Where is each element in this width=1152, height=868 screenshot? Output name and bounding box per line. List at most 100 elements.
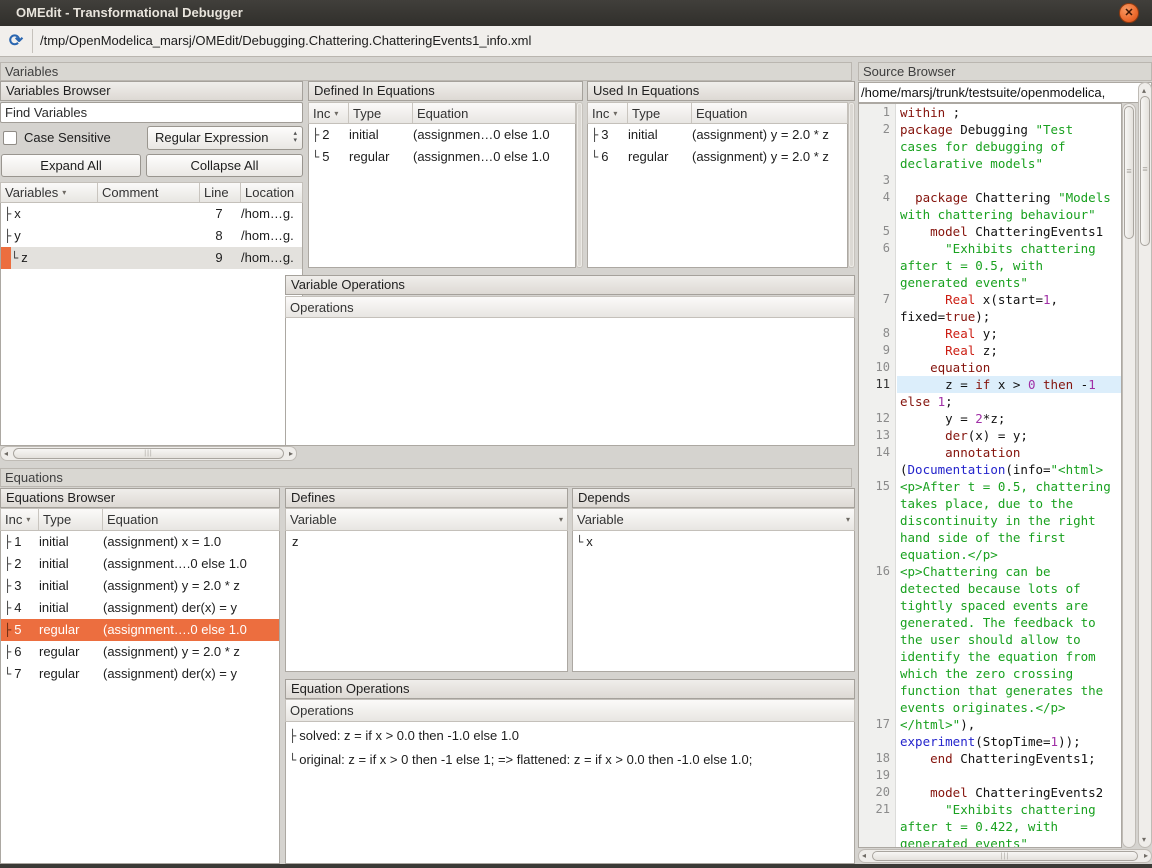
defined-in-vscrollbar[interactable] [576, 102, 583, 268]
table-row[interactable]: └6regular(assignment) y = 2.0 * z [588, 146, 847, 168]
table-row[interactable]: ├6regular(assignment) y = 2.0 * z [1, 641, 279, 663]
editor-hscrollbar[interactable]: ◂ ▸ [858, 849, 1152, 863]
line-number: 14 [859, 444, 895, 461]
case-sensitive-checkbox[interactable] [3, 131, 17, 145]
table-row[interactable]: z [286, 531, 567, 553]
column-header[interactable]: Inc▾ [588, 103, 628, 123]
column-header[interactable]: Type [349, 103, 413, 123]
code-line: after t = 0.422, with [897, 818, 1121, 835]
close-button[interactable]: ✕ [1119, 3, 1139, 23]
scroll-thumb[interactable] [578, 104, 581, 266]
code-line: else 1; [897, 393, 1121, 410]
scroll-left-icon[interactable]: ◂ [4, 447, 8, 460]
line-number: 2 [859, 121, 895, 138]
column-header[interactable]: Equation [692, 103, 847, 123]
cell-type: initial [349, 124, 413, 146]
cell-equation: (assignment) der(x) = y [103, 597, 279, 619]
table-row[interactable]: ├x7/hom…g. [1, 203, 302, 225]
column-header[interactable]: Variables▾ [1, 183, 98, 202]
code-line: within ; [897, 104, 1121, 121]
scroll-right-icon[interactable]: ▸ [1144, 849, 1148, 862]
column-header[interactable]: Type [39, 509, 103, 530]
tree-branch-icon: ├ [289, 724, 296, 748]
depends-table[interactable]: └x [572, 531, 855, 672]
used-in-vscrollbar[interactable] [848, 102, 855, 268]
sort-icon: ▾ [26, 515, 30, 524]
equations-table[interactable]: ├1initial(assignment) x = 1.0├2initial(a… [0, 531, 280, 864]
line-number: 9 [859, 342, 895, 359]
collapse-all-button[interactable]: Collapse All [146, 154, 303, 177]
code-line [897, 172, 1121, 189]
file-path: /tmp/OpenModelica_marsj/OMEdit/Debugging… [40, 29, 1140, 53]
table-row[interactable]: └7regular(assignment) der(x) = y [1, 663, 279, 685]
column-header[interactable]: Line [200, 183, 241, 202]
cell-type: regular [349, 146, 413, 168]
scroll-left-icon[interactable]: ◂ [862, 849, 866, 862]
cell-type: regular [39, 641, 103, 663]
source-panel-vscrollbar[interactable]: ▴ ▾ [1138, 82, 1152, 848]
defined-in-table[interactable]: ├2initial(assignmen…0 else 1.0└5regular(… [308, 124, 576, 268]
expand-all-button[interactable]: Expand All [1, 154, 141, 177]
column-header[interactable]: Location [241, 183, 302, 202]
column-header[interactable]: Type [628, 103, 692, 123]
operation-row[interactable]: └original: z = if x > 0 then -1 else 1; … [286, 748, 854, 772]
cell-variable: ├y [1, 225, 98, 247]
table-row[interactable]: ├5regular(assignment….0 else 1.0 [1, 619, 279, 641]
window-titlebar[interactable]: OMEdit - Transformational Debugger [0, 0, 1152, 26]
table-row[interactable]: ├4initial(assignment) der(x) = y [1, 597, 279, 619]
table-row[interactable]: └z9/hom…g. [1, 247, 302, 269]
cell-inc: └7 [1, 663, 39, 685]
window-bottom-border [0, 864, 1152, 868]
scroll-down-icon[interactable]: ▾ [1142, 833, 1146, 846]
code-line: annotation [897, 444, 1121, 461]
variable-operations-list[interactable] [285, 318, 855, 446]
scroll-thumb[interactable] [1140, 96, 1150, 246]
column-header[interactable]: Inc▾ [309, 103, 349, 123]
column-header[interactable]: Equation [413, 103, 575, 123]
cell-location: /hom…g. [241, 247, 302, 269]
cell-inc: ├5 [1, 619, 39, 641]
find-variables-input[interactable] [0, 102, 303, 123]
case-sensitive-label: Case Sensitive [24, 127, 111, 149]
tree-branch-icon: ├ [4, 579, 11, 593]
operation-row[interactable]: ├solved: z = if x > 0.0 then -1.0 else 1… [286, 724, 854, 748]
defines-table[interactable]: z [285, 531, 568, 672]
depends-column-header: Variable▾ [572, 508, 855, 531]
used-in-table[interactable]: ├3initial(assignment) y = 2.0 * z└6regul… [587, 124, 848, 268]
column-header[interactable]: Inc▾ [1, 509, 39, 530]
line-number [859, 699, 895, 716]
scroll-thumb[interactable] [850, 104, 853, 266]
table-row[interactable]: └x [573, 531, 854, 553]
code-line: z = if x > 0 then -1 [897, 376, 1121, 393]
variables-hscrollbar[interactable]: ◂ ▸ [0, 446, 297, 461]
line-number [859, 138, 895, 155]
line-number: 21 [859, 801, 895, 818]
refresh-button[interactable]: ⟳ [4, 29, 28, 53]
scroll-thumb[interactable] [872, 851, 1138, 861]
column-header[interactable]: Comment [98, 183, 200, 202]
table-row[interactable]: ├3initial(assignment) y = 2.0 * z [588, 124, 847, 146]
table-row[interactable]: └5regular(assignmen…0 else 1.0 [309, 146, 575, 168]
table-row[interactable]: ├1initial(assignment) x = 1.0 [1, 531, 279, 553]
table-row[interactable]: ├y8/hom…g. [1, 225, 302, 247]
scroll-thumb[interactable] [1124, 106, 1134, 239]
line-number: 4 [859, 189, 895, 206]
scroll-thumb[interactable] [13, 448, 284, 459]
variables-table[interactable]: ├x7/hom…g.├y8/hom…g.└z9/hom…g. [0, 203, 303, 446]
code-editor[interactable]: 123456789101112131415161718192021 within… [858, 103, 1122, 848]
code-line: <p>After t = 0.5, chattering [897, 478, 1121, 495]
code-line: model ChatteringEvents2 [897, 784, 1121, 801]
line-number [859, 461, 895, 478]
cell-equation: (assignment….0 else 1.0 [103, 619, 279, 641]
equation-operations-list[interactable]: ├solved: z = if x > 0.0 then -1.0 else 1… [285, 722, 855, 864]
regex-select[interactable]: Regular Expression ▴▾ [147, 126, 303, 150]
editor-vscrollbar[interactable] [1122, 103, 1136, 848]
line-number [859, 308, 895, 325]
code-line: y = 2*z; [897, 410, 1121, 427]
scroll-right-icon[interactable]: ▸ [289, 447, 293, 460]
column-header[interactable]: Equation [103, 509, 279, 530]
table-row[interactable]: ├2initial(assignment….0 else 1.0 [1, 553, 279, 575]
code-area[interactable]: within ;package Debugging "Testcases for… [897, 104, 1121, 847]
table-row[interactable]: ├2initial(assignmen…0 else 1.0 [309, 124, 575, 146]
table-row[interactable]: ├3initial(assignment) y = 2.0 * z [1, 575, 279, 597]
